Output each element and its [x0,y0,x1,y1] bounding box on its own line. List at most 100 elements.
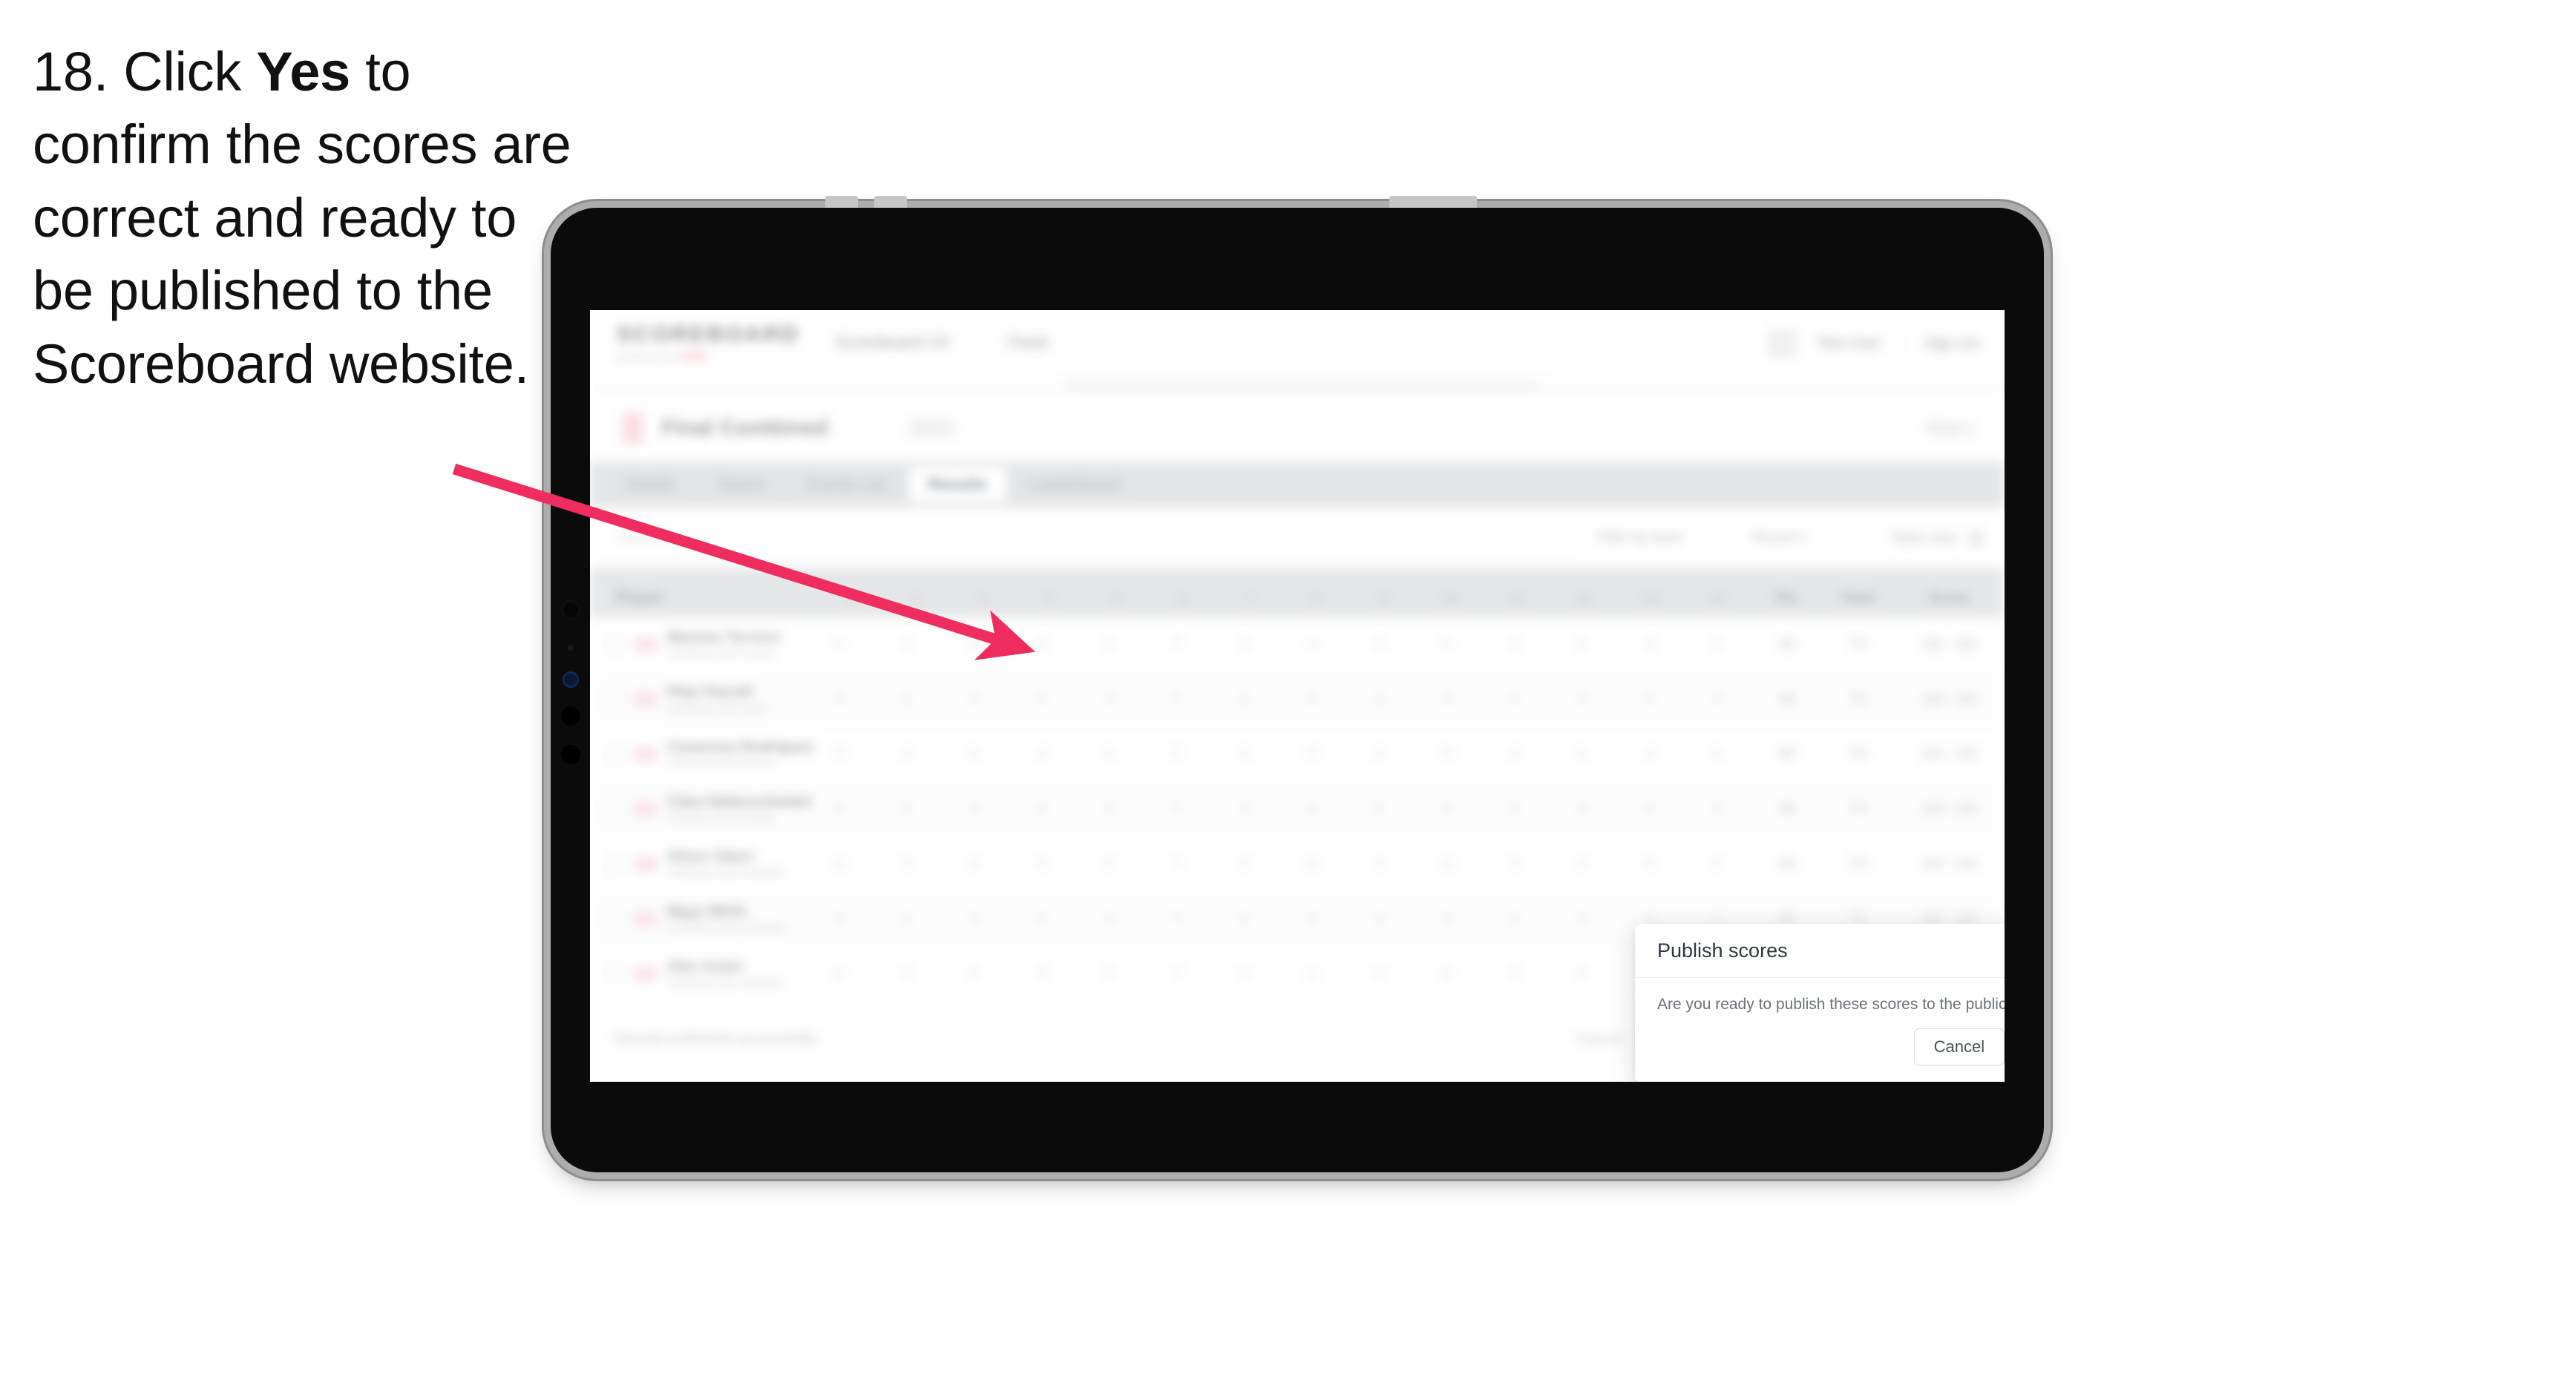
sign-out-link[interactable]: Sign out [1925,335,1979,352]
table-cell-score[interactable]: 4 [1075,911,1143,927]
table-cell-score[interactable]: 4 [1075,637,1143,653]
table-cell-score[interactable]: T [1143,801,1210,818]
tab-events-list[interactable]: Events List [787,467,906,502]
table-cell-score[interactable]: 4 [1075,801,1143,818]
table-cell-score[interactable]: 4 [1413,856,1481,873]
table-cell-score[interactable]: 4 [873,911,940,927]
table-cell-score[interactable]: 4 [1413,966,1481,982]
table-cell-score[interactable]: 4 [940,801,1008,818]
row-checkbox[interactable] [605,854,624,874]
row-checkbox[interactable] [605,634,624,654]
row-checkbox[interactable] [605,799,624,819]
table-cell-score[interactable]: 4 [1278,637,1346,653]
table-cell-score[interactable]: 4 [1278,801,1346,818]
table-cell-score[interactable]: 4 [1278,692,1346,708]
table-cell-score[interactable]: 4 [805,801,873,818]
table-cell-score[interactable]: T [1143,856,1210,873]
table-cell-score[interactable]: 4 [940,966,1008,982]
table-cell-score[interactable]: 4 [1413,692,1481,708]
footer-cancel-link[interactable]: Cancel [1576,1031,1622,1048]
table-cell-score[interactable]: 4 [1683,746,1751,763]
table-cell-score[interactable]: 4 [1548,966,1616,982]
nav-item-scoreboard-v3[interactable]: Scoreboard V3 [835,332,948,352]
tab-details[interactable]: Details [606,467,695,502]
table-cell-score[interactable]: 4 [1481,637,1548,653]
row-checkbox[interactable] [605,909,624,929]
user-name-label[interactable]: Test User [1818,335,1880,352]
table-cell-score[interactable]: T [1143,966,1210,982]
table-cell-score[interactable]: 4 [1210,692,1278,708]
table-row[interactable]: Clara Reberschmied Climbing Club Austria 4… [590,782,2005,837]
table-cell-score[interactable]: 4 [1008,801,1075,818]
table-cell-score[interactable]: 4 [1683,856,1751,873]
table-cell-score[interactable]: 4 [1075,966,1143,982]
table-cell-score[interactable]: 4 [1481,966,1548,982]
tab-teams[interactable]: Teams [698,467,784,502]
table-cell-score[interactable]: 4 [1008,911,1075,927]
table-cell-score[interactable]: 4 [1481,746,1548,763]
table-cell-score[interactable]: 4 [940,856,1008,873]
nav-item-feed[interactable]: Feed [1008,332,1046,352]
table-cell-score[interactable]: 4 [1278,966,1346,982]
table-cell-score[interactable]: 4 [873,966,940,982]
table-row[interactable]: Oliver Obert Climbing Club Germany 4 4 4 4 4 T 4… [590,837,2005,892]
table-cell-score[interactable]: 4 [1616,692,1683,708]
table-cell-score[interactable]: 4 [1413,911,1481,927]
table-cell-score[interactable]: 4 [1346,692,1413,708]
volume-down-button[interactable] [874,196,907,208]
tab-results[interactable]: Results [908,467,1007,502]
table-cell-score[interactable]: 4 [1210,637,1278,653]
table-cell-score[interactable]: 4 [1346,637,1413,653]
table-cell-score[interactable]: 4 [1008,966,1075,982]
table-cell-score[interactable]: 4 [1346,801,1413,818]
view-toggle[interactable]: Table view [1891,530,1982,547]
table-cell-score[interactable]: 4 [1616,856,1683,873]
search-input[interactable]: Search [620,528,669,546]
table-cell-score[interactable]: 4 [1008,746,1075,763]
table-cell-score[interactable]: 4 [1481,856,1548,873]
table-cell-score[interactable]: 4 [1481,692,1548,708]
table-cell-score[interactable]: 4 [1548,692,1616,708]
table-cell-score[interactable]: 4 [873,801,940,818]
brand-logo[interactable]: SCOREBOARD powered by IFSC [617,322,800,362]
table-cell-score[interactable]: 4 [1210,801,1278,818]
table-cell-score[interactable]: 4 [1481,801,1548,818]
table-cell-score[interactable]: 4 [1008,692,1075,708]
table-cell-score[interactable]: 4 [1481,911,1548,927]
table-cell-score[interactable]: 4 [1346,856,1413,873]
table-cell-score[interactable]: 4 [805,692,873,708]
table-cell-score[interactable]: 4 [1683,801,1751,818]
table-cell-score[interactable]: 4 [1278,911,1346,927]
table-cell-score[interactable]: 4 [940,692,1008,708]
table-cell-score[interactable]: T [1143,692,1210,708]
table-cell-score[interactable]: 4 [1278,856,1346,873]
table-cell-score[interactable]: 4 [1210,911,1278,927]
table-cell-score[interactable]: 4 [805,856,873,873]
table-cell-score[interactable]: 4 [1616,637,1683,653]
table-cell-score[interactable]: 4 [1346,746,1413,763]
table-cell-score[interactable]: 4 [1548,856,1616,873]
table-cell-score[interactable]: 4 [940,746,1008,763]
tab-leaderboard[interactable]: Leaderboard [1009,467,1141,502]
table-cell-score[interactable]: 4 [1548,637,1616,653]
table-cell-score[interactable]: 4 [1008,856,1075,873]
table-row[interactable]: Maxime Terreno Climbing Club France 4 4 4 4 4 T… [590,617,2005,672]
table-cell-score[interactable]: T [1143,911,1210,927]
table-cell-score[interactable]: 4 [873,856,940,873]
table-cell-score[interactable]: 4 [1008,637,1075,653]
table-cell-score[interactable]: 4 [1413,637,1481,653]
table-cell-score[interactable]: 4 [1683,637,1751,653]
table-cell-score[interactable]: 4 [873,692,940,708]
row-checkbox[interactable] [605,964,624,984]
cancel-button[interactable]: Cancel [1913,1028,2005,1065]
table-cell-score[interactable]: 4 [1548,746,1616,763]
table-row[interactable]: Casanova Rodriguez Climbing Club Mexico 4 4… [590,727,2005,782]
table-cell-score[interactable]: 4 [1616,801,1683,818]
table-cell-score[interactable]: 4 [1210,856,1278,873]
table-cell-score[interactable]: 4 [873,637,940,653]
table-cell-score[interactable]: 4 [1413,746,1481,763]
table-cell-score[interactable]: 4 [1278,746,1346,763]
table-cell-score[interactable]: 4 [805,637,873,653]
table-cell-score[interactable]: 4 [1346,911,1413,927]
table-cell-score[interactable]: 4 [1210,746,1278,763]
